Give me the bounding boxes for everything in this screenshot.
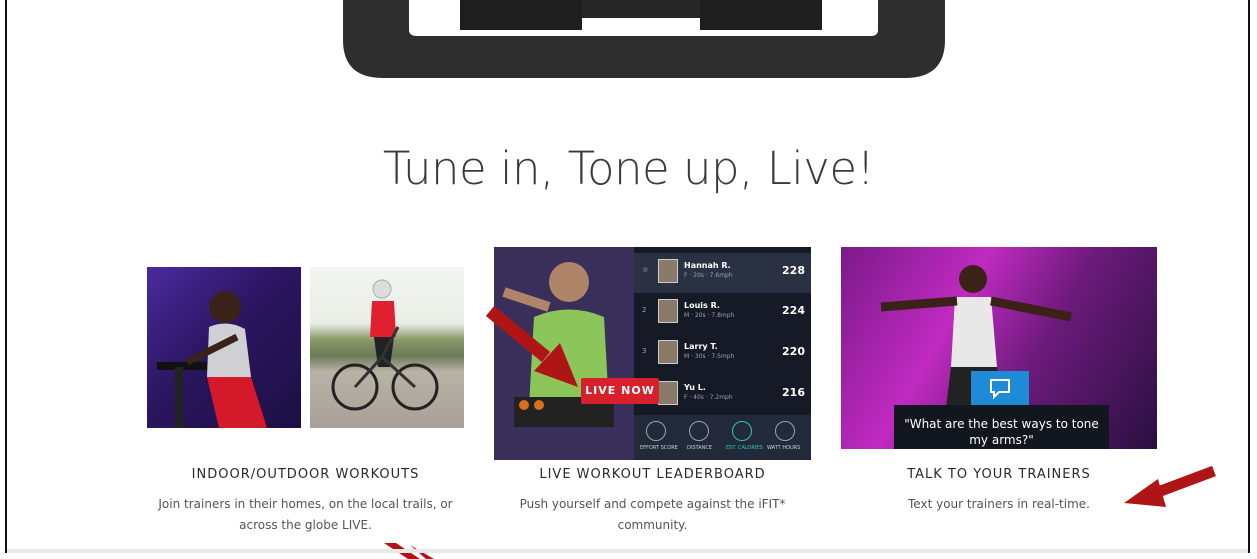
stat-label: EST. CALORIES [726, 445, 763, 451]
feature-desc-leaderboard: Push yourself and compete against the iF… [519, 497, 786, 532]
scrollbar-track[interactable] [7, 549, 1248, 553]
chat-icon-box [971, 371, 1029, 405]
effort-score-icon [646, 421, 666, 441]
hero-handlebar-image [343, 0, 945, 78]
feature-title-indoor-outdoor: INDOOR/OUTDOOR WORKOUTS [191, 467, 420, 482]
crown-icon: ♔ [642, 266, 649, 274]
feature-desc-trainers: Text your trainers in real-time. [908, 497, 1090, 511]
annotation-arrow-icon [485, 305, 578, 387]
avatar [658, 381, 678, 405]
leaderboard-row: 2 Louis R. M · 20s · 7.8mph 224 [634, 293, 811, 333]
leaderboard-meta: M · 20s · 7.8mph [684, 312, 735, 319]
leaderboard-score: 220 [782, 345, 805, 358]
leaderboard-meta: F · 20s · 7.6mph [684, 272, 733, 279]
avatar [658, 340, 678, 364]
watt-hours-icon [775, 421, 795, 441]
feature-title-trainers: TALK TO YOUR TRAINERS [907, 467, 1091, 482]
leaderboard-row: Yu L. F · 40s · 7.2mph 216 [634, 375, 811, 415]
stat-label: EFFORT SCORE [640, 445, 678, 451]
live-now-badge: LIVE NOW [581, 378, 659, 404]
leaderboard-score: 224 [782, 304, 805, 317]
avatar [658, 299, 678, 323]
feature-desc-indoor-outdoor: Join trainers in their homes, on the loc… [158, 497, 453, 532]
leaderboard-score: 216 [782, 386, 805, 399]
annotation-arrow-icon [1124, 465, 1216, 507]
page-title: Tune in, Tone up, Live! [382, 142, 875, 195]
chat-bubble-icon [990, 379, 1010, 400]
leaderboard-row: 3 Larry T. M · 30s · 7.5mph 220 [634, 334, 811, 374]
leaderboard-name: Yu L. [684, 383, 706, 392]
outdoor-cycling-image [310, 267, 464, 428]
leaderboard-name: Hannah R. [684, 261, 731, 270]
stat-label: DISTANCE [687, 445, 712, 451]
leaderboard-meta: F · 40s · 7.2mph [684, 394, 733, 401]
leaderboard-row: ♔ Hannah R. F · 20s · 7.6mph 228 [634, 253, 811, 293]
leaderboard-name: Louis R. [684, 301, 720, 310]
chat-message: "What are the best ways to tone my arms?… [894, 405, 1109, 449]
trainer-chat-image: "What are the best ways to tone my arms?… [841, 247, 1157, 449]
stat-label: WATT HOURS [767, 445, 801, 451]
calories-icon [732, 421, 752, 441]
avatar [658, 259, 678, 283]
indoor-workout-image [147, 267, 301, 428]
leaderboard-name: Larry T. [684, 342, 718, 351]
distance-icon [689, 421, 709, 441]
leaderboard-rank: 3 [642, 347, 647, 355]
leaderboard-meta: M · 30s · 7.5mph [684, 353, 735, 360]
feature-title-leaderboard: LIVE WORKOUT LEADERBOARD [539, 467, 766, 482]
leaderboard-score: 228 [782, 264, 805, 277]
leaderboard-rank: 2 [642, 306, 647, 314]
